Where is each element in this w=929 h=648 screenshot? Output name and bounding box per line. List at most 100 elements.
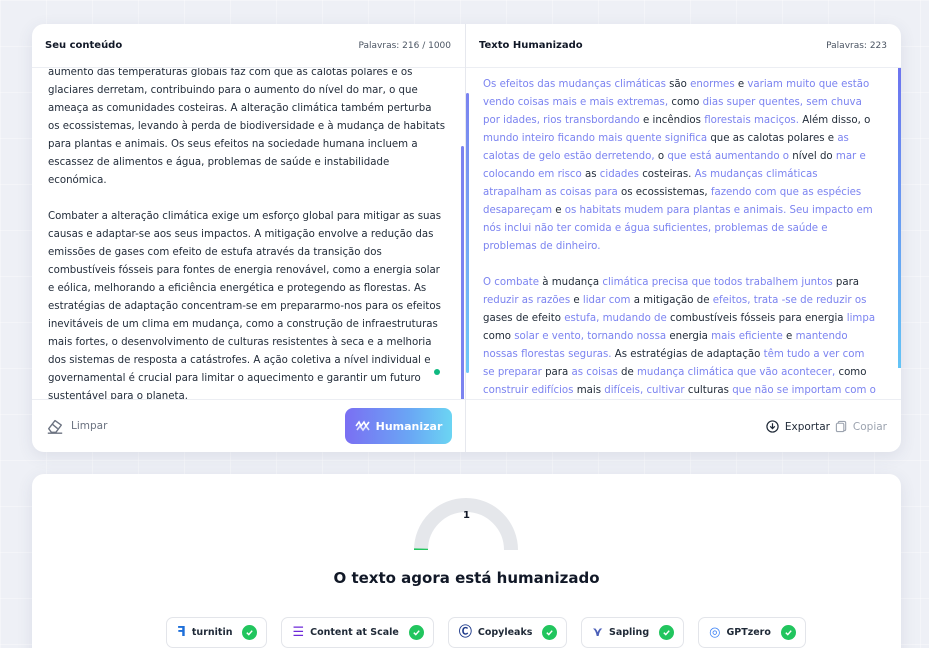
detector-gptzero: ◎ GPTzero xyxy=(698,617,806,648)
output-paragraph: O combate à mudança climática precisa qu… xyxy=(483,274,879,399)
copy-button[interactable]: Copiar xyxy=(835,400,887,452)
changed-text-segment: reduzir as razões xyxy=(483,295,571,306)
detector-content-at-scale: ☰ Content at Scale xyxy=(281,617,434,648)
output-pane-header: Texto Humanizado Palavras: 223 xyxy=(466,24,901,68)
check-icon xyxy=(659,625,675,640)
changed-text-segment: as coisas xyxy=(571,367,618,378)
cursor-dot-icon xyxy=(434,369,440,375)
detector-name: turnitin xyxy=(191,627,233,638)
unchanged-text-segment: os ecossistemas, xyxy=(617,187,711,198)
unchanged-text-segment: para xyxy=(832,277,860,288)
output-pane-title: Texto Humanizado xyxy=(479,40,583,51)
unchanged-text-segment: as xyxy=(581,169,600,180)
score-gauge xyxy=(414,498,518,551)
unchanged-text-segment: o xyxy=(654,151,668,162)
input-pane: Seu conteúdo Palavras: 216 / 1000 aument… xyxy=(32,24,466,452)
check-icon xyxy=(408,625,424,640)
unchanged-text-segment: a mitigação de xyxy=(630,295,713,306)
sapling-icon: ⋎ xyxy=(592,625,603,640)
changed-text-segment: limpa xyxy=(846,313,876,324)
unchanged-text-segment: e xyxy=(570,295,583,306)
turnitin-icon: ꟻ xyxy=(177,625,186,640)
clear-button[interactable]: Limpar xyxy=(46,417,107,435)
input-scrollbar[interactable] xyxy=(461,146,464,399)
changed-text-segment: Os efeitos das mudanças climáticas xyxy=(483,79,666,90)
unchanged-text-segment: e xyxy=(782,331,796,342)
humanize-icon xyxy=(354,420,370,432)
changed-text-segment: lidar com xyxy=(582,295,631,306)
output-scrollbar[interactable] xyxy=(898,68,901,368)
copy-label: Copiar xyxy=(852,420,887,433)
changed-text-segment: mais eficiente xyxy=(711,331,783,342)
unchanged-text-segment: nível do xyxy=(789,151,836,162)
unchanged-text-segment: como xyxy=(668,97,703,108)
unchanged-text-segment: de xyxy=(617,367,637,378)
detector-name: Content at Scale xyxy=(310,627,399,638)
output-pane-footer: Exportar Copiar xyxy=(466,399,901,452)
changed-text-segment: enormes xyxy=(690,79,735,90)
check-icon xyxy=(542,625,558,640)
unchanged-text-segment: à mudança xyxy=(539,277,603,288)
output-pane: Texto Humanizado Palavras: 223 Os efeito… xyxy=(466,24,901,452)
copy-icon xyxy=(835,420,847,433)
input-word-count: Palavras: 216 / 1000 xyxy=(358,40,451,51)
changed-text-segment: que está aumentando o xyxy=(667,151,790,162)
changed-text-segment: florestais maciços. xyxy=(704,115,799,126)
unchanged-text-segment: gases de efeito xyxy=(483,313,565,324)
output-paragraph: Os efeitos das mudanças climáticas são e… xyxy=(483,76,879,256)
changed-text-segment: construir edifícios xyxy=(483,385,574,396)
detector-name: GPTzero xyxy=(726,627,771,638)
detector-sapling: ⋎ Sapling xyxy=(581,617,685,648)
input-pane-title: Seu conteúdo xyxy=(45,40,123,51)
detector-name: Sapling xyxy=(608,627,650,638)
changed-text-segment: O combate xyxy=(483,277,539,288)
unchanged-text-segment: que as calotas polares e xyxy=(707,133,838,144)
export-button[interactable]: Exportar xyxy=(766,400,845,452)
unchanged-text-segment: como xyxy=(835,367,867,378)
changed-text-segment: mudança climática que vão acontecer, xyxy=(637,367,836,378)
detector-name: Copyleaks xyxy=(477,627,533,638)
download-icon xyxy=(766,420,779,433)
changed-text-segment: estufa, mudando de xyxy=(564,313,667,324)
score-value: 1 xyxy=(463,510,470,521)
detector-copyleaks: Ⓒ Copyleaks xyxy=(447,617,568,648)
changed-text-segment: mundo inteiro ficando mais quente signif… xyxy=(483,133,708,144)
input-textarea[interactable]: aumento das temperaturas globais faz com… xyxy=(32,68,465,399)
changed-text-segment: difíceis, cultivar xyxy=(604,385,685,396)
detector-turnitin: ꟻ turnitin xyxy=(166,617,268,648)
output-word-count: Palavras: 223 xyxy=(826,40,887,51)
unchanged-text-segment: são xyxy=(665,79,691,90)
unchanged-text-segment: culturas xyxy=(684,385,733,396)
check-icon xyxy=(780,625,796,640)
copyleaks-icon: Ⓒ xyxy=(458,625,472,640)
input-pane-header: Seu conteúdo Palavras: 216 / 1000 xyxy=(32,24,465,68)
output-text: Os efeitos das mudanças climáticas são e… xyxy=(466,68,901,399)
unchanged-text-segment: e xyxy=(552,205,565,216)
clear-label: Limpar xyxy=(71,420,108,432)
eraser-icon xyxy=(47,419,63,434)
unchanged-text-segment: energia xyxy=(666,331,712,342)
check-icon xyxy=(242,625,258,640)
unchanged-text-segment: mais xyxy=(573,385,605,396)
result-title: O texto agora está humanizado xyxy=(333,569,600,587)
changed-text-segment: solar e vento, tornando nossa xyxy=(514,331,667,342)
input-paragraph: aumento das temperaturas globais faz com… xyxy=(48,68,446,186)
unchanged-text-segment: combustíveis fósseis para energia xyxy=(666,313,847,324)
humanize-button[interactable]: Humanizar xyxy=(345,408,452,444)
content-at-scale-icon: ☰ xyxy=(292,625,305,640)
input-paragraph: Combater a alteração climática exige um … xyxy=(48,211,442,399)
output-scrollbar-left xyxy=(466,93,469,373)
detector-list: ꟻ turnitin ☰ Content at Scale Ⓒ Copyleak… xyxy=(166,617,806,648)
changed-text-segment: efeitos, trata -se de reduzir os xyxy=(712,295,867,306)
unchanged-text-segment: e xyxy=(734,79,748,90)
input-pane-footer: Limpar Humanizar xyxy=(32,399,465,452)
changed-text-segment: que não se importam com o xyxy=(732,385,876,396)
unchanged-text-segment: Além disso, o xyxy=(798,115,871,126)
unchanged-text-segment: e incêndios xyxy=(639,115,705,126)
gptzero-icon: ◎ xyxy=(709,625,721,640)
export-label: Exportar xyxy=(784,420,830,433)
changed-text-segment: climática precisa que todos trabalhem ju… xyxy=(602,277,833,288)
unchanged-text-segment: costeiras. xyxy=(638,169,695,180)
result-card: 1 O texto agora está humanizado ꟻ turnit… xyxy=(32,474,901,648)
unchanged-text-segment: como xyxy=(483,331,515,342)
